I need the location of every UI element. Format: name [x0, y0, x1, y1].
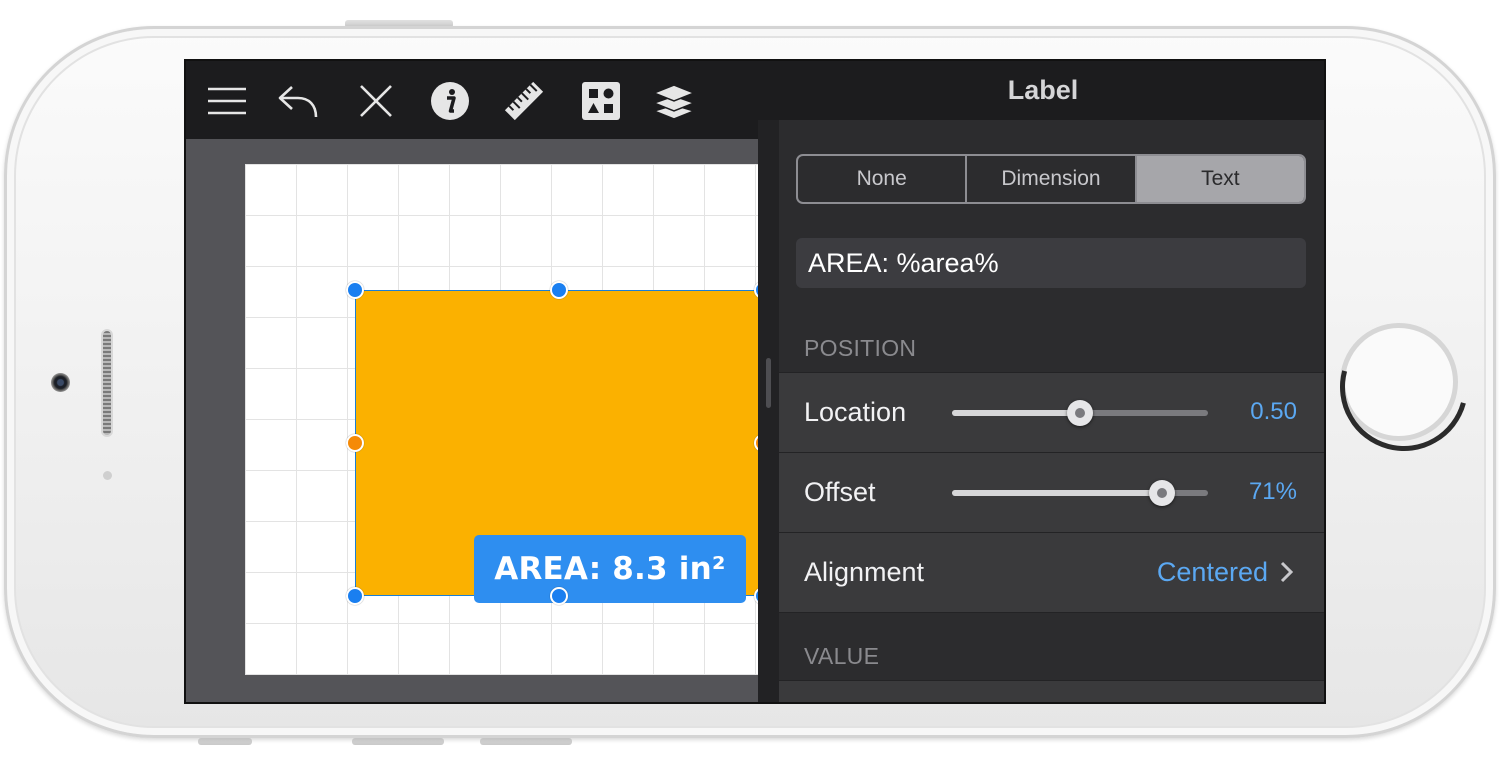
inspector-panel: Label None Dimension Text POSITION Locat…: [758, 61, 1324, 702]
location-value: 0.50: [1250, 398, 1297, 425]
inspector-title: Label: [758, 61, 1324, 120]
close-icon[interactable]: [354, 79, 398, 123]
value-section-title: VALUE: [804, 643, 880, 669]
app-screen: AREA: 8.3 in² Label None Dimension Text …: [184, 59, 1326, 704]
undo-icon[interactable]: [276, 79, 320, 123]
area-label[interactable]: AREA: 8.3 in²: [474, 535, 746, 603]
volume-up-button: [352, 738, 444, 745]
mute-switch: [198, 738, 252, 745]
alignment-row[interactable]: Alignment Centered: [779, 533, 1324, 613]
front-camera: [51, 373, 70, 392]
resize-handle-top-left[interactable]: [346, 281, 364, 299]
volume-down-button: [480, 738, 572, 745]
segment-text[interactable]: Text: [1136, 156, 1304, 202]
home-button[interactable]: [1340, 323, 1458, 441]
ruler-icon[interactable]: [502, 79, 546, 123]
dimension-handle-left[interactable]: [346, 434, 364, 452]
alignment-value: Centered: [1156, 557, 1268, 587]
offset-value: 71%: [1248, 478, 1297, 505]
splitter-grip[interactable]: [766, 358, 771, 408]
panel-splitter[interactable]: [758, 61, 779, 702]
resize-handle-bottom-left[interactable]: [346, 587, 364, 605]
position-section-title: POSITION: [804, 335, 917, 361]
segment-dimension[interactable]: Dimension: [967, 156, 1137, 202]
menu-icon[interactable]: [205, 79, 249, 123]
location-slider-fill: [952, 410, 1080, 416]
label-type-segmented-control: None Dimension Text: [796, 154, 1306, 204]
offset-slider[interactable]: [952, 480, 1208, 506]
location-slider[interactable]: [952, 400, 1208, 426]
alignment-label: Alignment: [804, 557, 925, 587]
position-group: Location 0.50 Offset 71% Alignment Cente…: [779, 372, 1324, 613]
proximity-sensor: [103, 471, 112, 480]
location-row: Location 0.50: [779, 373, 1324, 453]
rectangle-shape[interactable]: AREA: 8.3 in²: [355, 290, 763, 603]
value-group: [779, 680, 1324, 702]
offset-label: Offset: [804, 477, 876, 507]
location-label: Location: [804, 397, 907, 427]
resize-handle-bottom[interactable]: [550, 587, 568, 605]
segment-none[interactable]: None: [798, 156, 968, 202]
earpiece-speaker: [101, 329, 113, 437]
label-text-input[interactable]: [796, 238, 1306, 288]
drawing-canvas[interactable]: AREA: 8.3 in²: [245, 164, 772, 675]
toolbar: [186, 61, 758, 139]
location-slider-thumb[interactable]: [1067, 400, 1093, 426]
resize-handle-top[interactable]: [550, 281, 568, 299]
shapes-icon[interactable]: [579, 79, 623, 123]
offset-row: Offset 71%: [779, 453, 1324, 533]
canvas-area: AREA: 8.3 in²: [186, 139, 772, 702]
info-icon[interactable]: [428, 79, 472, 123]
offset-slider-thumb[interactable]: [1148, 480, 1175, 506]
chevron-right-icon: [1280, 561, 1294, 583]
layers-icon[interactable]: [652, 79, 696, 123]
offset-slider-fill: [952, 490, 1162, 496]
